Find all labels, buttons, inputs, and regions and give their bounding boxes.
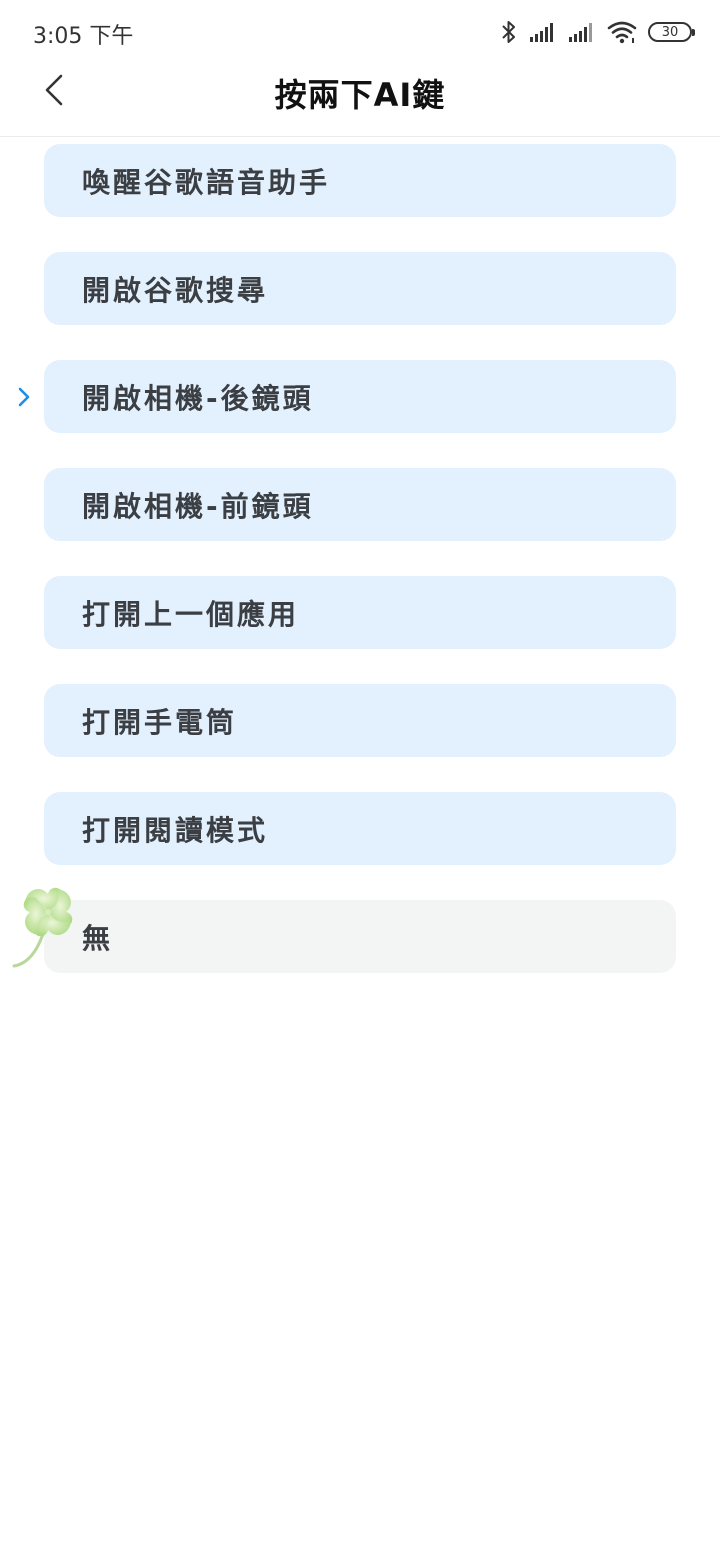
battery-cap xyxy=(692,29,695,36)
option-reading-mode[interactable]: 打開閱讀模式 xyxy=(44,792,676,865)
option-label: 開啟谷歌搜尋 xyxy=(82,273,269,307)
option-flashlight[interactable]: 打開手電筒 xyxy=(44,684,676,757)
option-label: 打開手電筒 xyxy=(82,705,238,739)
option-last-app[interactable]: 打開上一個應用 xyxy=(44,576,676,649)
battery-level: 30 xyxy=(661,24,679,40)
status-icons: 30 xyxy=(500,16,695,48)
status-bar: 3:05 下午 30 xyxy=(0,0,720,64)
option-label: 開啟相機-後鏡頭 xyxy=(82,381,314,415)
option-google-assistant[interactable]: 喚醒谷歌語音助手 xyxy=(44,144,676,217)
page-title: 按兩下AI鍵 xyxy=(274,76,446,114)
option-label: 喚醒谷歌語音助手 xyxy=(82,165,331,199)
option-label: 打開上一個應用 xyxy=(82,597,300,631)
chevron-right-icon xyxy=(14,385,34,409)
option-label: 打開閱讀模式 xyxy=(82,813,269,847)
status-time: 3:05 下午 xyxy=(33,24,134,49)
option-camera-rear[interactable]: 開啟相機-後鏡頭 xyxy=(44,360,676,433)
option-camera-front[interactable]: 開啟相機-前鏡頭 xyxy=(44,468,676,541)
wifi-icon xyxy=(607,20,637,44)
signal-icon xyxy=(568,21,596,43)
bluetooth-icon xyxy=(500,19,518,45)
battery-icon: 30 xyxy=(648,22,695,42)
signal-icon xyxy=(529,21,557,43)
option-label: 無 xyxy=(82,921,114,955)
option-google-search[interactable]: 開啟谷歌搜尋 xyxy=(44,252,676,325)
option-none[interactable]: 無 xyxy=(44,900,676,973)
option-label: 開啟相機-前鏡頭 xyxy=(82,489,314,523)
app-header: 按兩下AI鍵 xyxy=(0,64,720,137)
